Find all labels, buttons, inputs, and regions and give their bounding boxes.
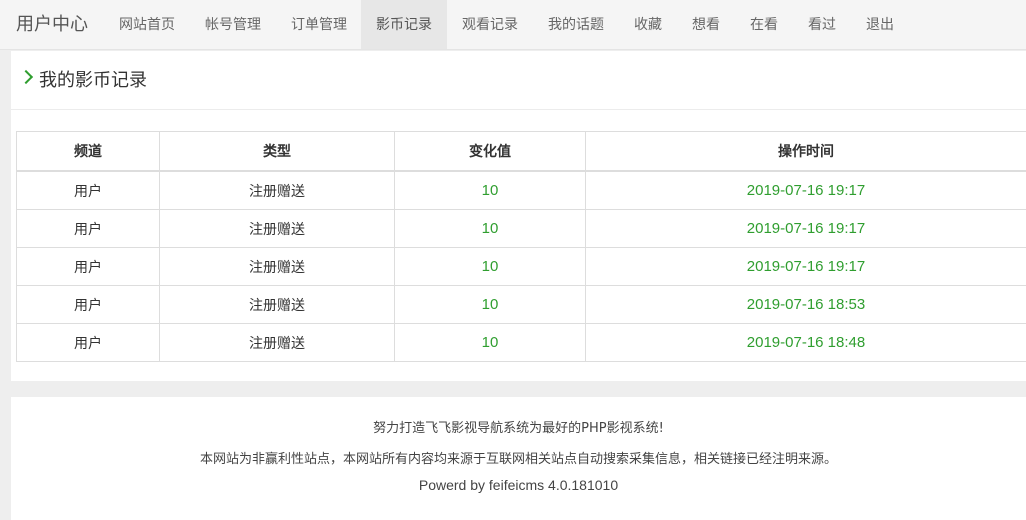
nav-item-coin-records[interactable]: 影币记录 [361, 0, 447, 49]
column-header-type: 类型 [159, 131, 395, 172]
coin-records-table: 频道 类型 变化值 操作时间 用户 注册赠送 10 2019-07-16 19:… [16, 131, 1026, 362]
brand-title[interactable]: 用户中心 [16, 0, 88, 50]
table-header-row: 频道 类型 变化值 操作时间 [16, 131, 1026, 172]
nav-item-account[interactable]: 帐号管理 [190, 0, 276, 49]
cell-change: 10 [394, 209, 586, 248]
nav-item-orders[interactable]: 订单管理 [276, 0, 362, 49]
cell-channel: 用户 [16, 209, 160, 248]
cell-type: 注册赠送 [159, 170, 395, 210]
cell-channel: 用户 [16, 323, 160, 362]
cell-change: 10 [394, 247, 586, 286]
footer-disclaimer: 本网站为非赢利性站点，本网站所有内容均来源于互联网相关站点自动搜索采集信息，相关… [199, 452, 837, 467]
cell-time: 2019-07-16 19:17 [585, 209, 1026, 248]
table-row: 用户 注册赠送 10 2019-07-16 18:48 [16, 323, 1026, 362]
cell-type: 注册赠送 [159, 209, 395, 248]
page-title: 我的影币记录 [39, 70, 147, 91]
footer-powered-by: Powerd by feifeicms 4.0.181010 [418, 477, 619, 493]
cell-channel: 用户 [16, 285, 160, 324]
table-row: 用户 注册赠送 10 2019-07-16 19:17 [16, 170, 1026, 210]
table-row: 用户 注册赠送 10 2019-07-16 18:53 [16, 285, 1026, 324]
cell-change: 10 [394, 285, 586, 324]
cell-type: 注册赠送 [159, 247, 395, 286]
page-footer: 努力打造飞飞影视导航系统为最好的PHP影视系统! 本网站为非赢利性站点，本网站所… [11, 397, 1026, 520]
nav-item-watching[interactable]: 在看 [735, 0, 793, 49]
cell-time: 2019-07-16 18:48 [585, 323, 1026, 362]
nav-item-home[interactable]: 网站首页 [104, 0, 190, 49]
cell-channel: 用户 [16, 247, 160, 286]
table-row: 用户 注册赠送 10 2019-07-16 19:17 [16, 209, 1026, 248]
column-header-time: 操作时间 [585, 131, 1026, 172]
cell-time: 2019-07-16 19:17 [585, 247, 1026, 286]
section-header: 我的影币记录 [11, 51, 1026, 110]
nav-item-watch-history[interactable]: 观看记录 [447, 0, 533, 49]
cell-time: 2019-07-16 18:53 [585, 285, 1026, 324]
nav-item-watched[interactable]: 看过 [793, 0, 851, 49]
chevron-right-icon [18, 69, 34, 85]
nav-item-logout[interactable]: 退出 [851, 0, 909, 49]
cell-type: 注册赠送 [159, 323, 395, 362]
cell-type: 注册赠送 [159, 285, 395, 324]
footer-slogan: 努力打造飞飞影视导航系统为最好的PHP影视系统! [373, 421, 664, 436]
cell-change: 10 [394, 170, 586, 210]
nav-item-want-to-watch[interactable]: 想看 [677, 0, 735, 49]
table-row: 用户 注册赠送 10 2019-07-16 19:17 [16, 247, 1026, 286]
column-header-change: 变化值 [394, 131, 586, 172]
top-navigation: 用户中心 网站首页 帐号管理 订单管理 影币记录 观看记录 我的话题 收藏 想看… [0, 0, 1026, 50]
main-panel: 我的影币记录 频道 类型 变化值 操作时间 用户 注册赠送 10 2019-07… [11, 51, 1026, 381]
nav-item-favorites[interactable]: 收藏 [619, 0, 677, 49]
nav-item-my-topics[interactable]: 我的话题 [533, 0, 619, 49]
cell-channel: 用户 [16, 170, 160, 210]
column-header-channel: 频道 [16, 131, 160, 172]
cell-change: 10 [394, 323, 586, 362]
cell-time: 2019-07-16 19:17 [585, 170, 1026, 210]
